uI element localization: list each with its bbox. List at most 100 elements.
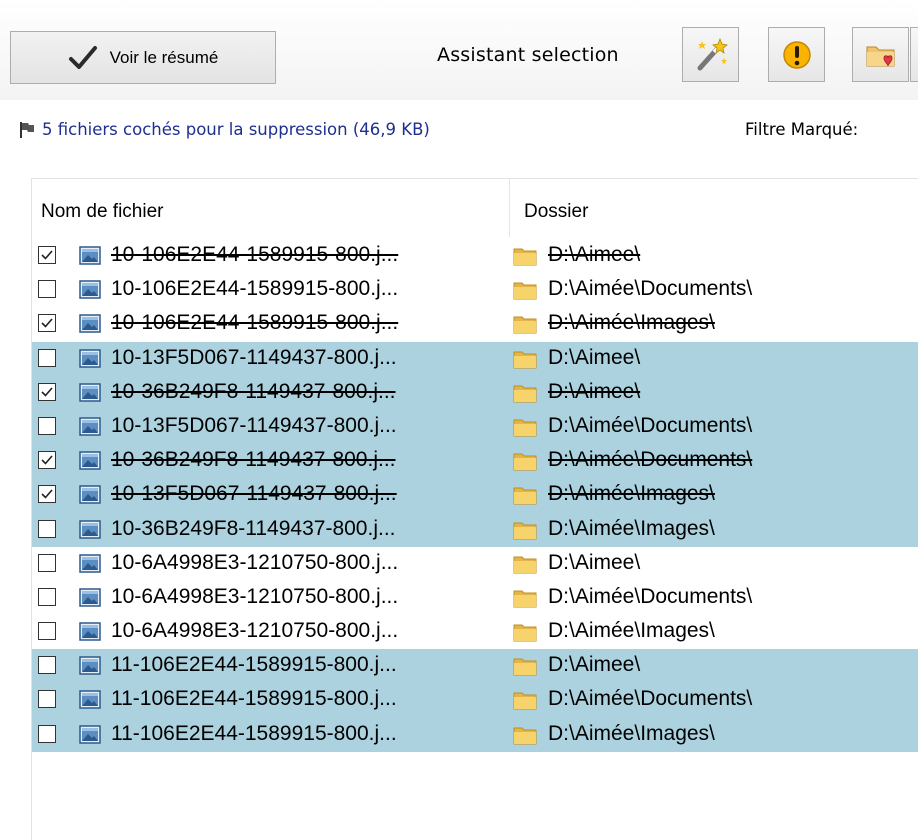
folder-path: D:\Aimée\Images\	[548, 311, 715, 335]
row-checkbox[interactable]	[38, 280, 56, 299]
table-row[interactable]: 10-106E2E44-1589915-800.j... D:\Aimée\Doc…	[32, 273, 918, 307]
column-header-folder[interactable]: Dossier	[524, 201, 588, 223]
table-row[interactable]: 11-106E2E44-1589915-800.j... D:\Aimée\Ima…	[32, 717, 918, 752]
image-file-icon	[79, 383, 101, 402]
folder-path: D:\Aimée\Images\	[548, 482, 715, 506]
selection-assistant-label: Assistant selection	[437, 44, 619, 66]
folder-path: D:\Aimee\	[548, 379, 641, 403]
row-checkbox[interactable]	[38, 314, 56, 333]
file-name: 10-36B249F8-1149437-800.j...	[111, 448, 396, 472]
folder-icon	[513, 383, 537, 403]
toolbar: Voir le résumé Assistant selection	[0, 0, 918, 100]
folder-icon	[513, 622, 537, 642]
folder-path: D:\Aimée\Images\	[548, 619, 715, 643]
list-rows: 10-106E2E44-1589915-800.j... D:\Aimee\ 10-…	[32, 239, 918, 752]
table-row[interactable]: 10-13F5D067-1149437-800.j... D:\Aimée\Doc…	[32, 409, 918, 445]
image-file-icon	[79, 348, 101, 368]
row-checkbox[interactable]	[38, 451, 56, 470]
folder-icon	[513, 280, 537, 300]
file-name: 10-36B249F8-1149437-800.j...	[111, 379, 396, 403]
filter-marked-label: Filtre Marqué:	[745, 120, 859, 139]
table-row[interactable]: 10-36B249F8-1149437-800.j... D:\Aimee\	[32, 375, 918, 410]
magic-wand-button[interactable]	[682, 27, 739, 82]
file-name: 10-6A4998E3-1210750-800.j...	[111, 584, 399, 608]
table-row[interactable]: 10-36B249F8-1149437-800.j... D:\Aimée\Ima…	[32, 512, 918, 547]
image-file-icon	[79, 656, 101, 675]
folder-path: D:\Aimée\Documents\	[548, 584, 753, 608]
folder-icon	[513, 690, 537, 710]
file-name: 11-106E2E44-1589915-800.j...	[111, 687, 397, 711]
folder-path: D:\Aimée\Images\	[548, 721, 715, 745]
folder-path: D:\Aimee\	[548, 653, 641, 677]
row-checkbox[interactable]	[38, 485, 56, 504]
row-checkbox[interactable]	[38, 553, 56, 572]
image-file-icon	[79, 485, 101, 505]
folder-path: D:\Aimée\Images\	[548, 516, 715, 540]
view-summary-label: Voir le résumé	[109, 47, 219, 67]
image-file-icon	[79, 553, 101, 573]
image-file-icon	[79, 417, 101, 436]
view-summary-button[interactable]: Voir le résumé	[10, 31, 276, 84]
row-checkbox[interactable]	[38, 690, 56, 709]
warning-button[interactable]	[768, 27, 825, 82]
warning-icon	[782, 40, 811, 69]
table-row[interactable]: 10-106E2E44-1589915-800.j... D:\Aimee\	[32, 239, 918, 273]
file-name: 10-106E2E44-1589915-800.j...	[111, 277, 399, 301]
table-row[interactable]: 10-6A4998E3-1210750-800.j... D:\Aimée\Ima…	[32, 615, 918, 649]
file-name: 10-106E2E44-1589915-800.j...	[111, 311, 399, 335]
folder-icon	[513, 349, 537, 369]
folder-icon	[513, 451, 537, 471]
folder-path: D:\Aimée\Documents\	[548, 448, 753, 472]
table-row[interactable]: 10-106E2E44-1589915-800.j... D:\Aimée\Ima…	[32, 307, 918, 341]
table-row[interactable]: 11-106E2E44-1589915-800.j... D:\Aimee\	[32, 649, 918, 684]
folder-path: D:\Aimée\Documents\	[548, 687, 753, 711]
file-name: 11-106E2E44-1589915-800.j...	[111, 653, 397, 677]
file-name: 10-36B249F8-1149437-800.j...	[111, 516, 396, 540]
folder-path: D:\Aimée\Documents\	[548, 413, 753, 437]
row-checkbox[interactable]	[38, 724, 56, 743]
row-checkbox[interactable]	[38, 622, 56, 641]
folder-icon	[513, 485, 537, 505]
image-file-icon	[79, 451, 101, 470]
folder-icon	[513, 725, 537, 745]
row-checkbox[interactable]	[38, 519, 56, 538]
file-list: Nom de fichier Dossier 10-106E2E44-15899…	[31, 178, 918, 840]
list-header: Nom de fichier Dossier	[32, 179, 918, 239]
status-bar: 5 fichiers cochés pour la suppression (4…	[18, 120, 430, 139]
table-row[interactable]: 10-13F5D067-1149437-800.j... D:\Aimée\Ima…	[32, 478, 918, 513]
folder-path: D:\Aimee\	[548, 345, 641, 369]
more-tools-button[interactable]	[910, 27, 918, 82]
image-file-icon	[79, 314, 101, 334]
table-row[interactable]: 10-36B249F8-1149437-800.j... D:\Aimée\Doc…	[32, 444, 918, 479]
folder-path: D:\Aimee\	[548, 243, 641, 266]
row-checkbox[interactable]	[38, 656, 56, 675]
image-file-icon	[79, 280, 101, 299]
image-file-icon	[79, 246, 101, 265]
row-checkbox[interactable]	[38, 382, 56, 401]
folder-icon	[513, 554, 537, 574]
column-header-filename[interactable]: Nom de fichier	[41, 201, 164, 223]
file-name: 10-13F5D067-1149437-800.j...	[111, 413, 397, 437]
folder-heart-button[interactable]	[852, 27, 909, 82]
row-checkbox[interactable]	[38, 246, 56, 264]
row-checkbox[interactable]	[38, 587, 56, 606]
table-row[interactable]: 10-6A4998E3-1210750-800.j... D:\Aimée\Doc…	[32, 581, 918, 615]
flag-icon	[20, 121, 34, 138]
file-name: 10-106E2E44-1589915-800.j...	[111, 243, 399, 266]
file-name: 11-106E2E44-1589915-800.j...	[111, 721, 397, 745]
table-row[interactable]: 10-13F5D067-1149437-800.j... D:\Aimee\	[32, 341, 918, 376]
row-checkbox[interactable]	[38, 416, 56, 435]
image-file-icon	[79, 519, 101, 539]
column-separator[interactable]	[509, 179, 510, 237]
folder-path: D:\Aimee\	[548, 550, 641, 574]
folder-icon	[513, 588, 537, 608]
file-name: 10-6A4998E3-1210750-800.j...	[111, 550, 399, 574]
file-name: 10-13F5D067-1149437-800.j...	[111, 345, 397, 369]
folder-icon	[513, 520, 537, 540]
row-checkbox[interactable]	[38, 348, 56, 367]
file-name: 10-6A4998E3-1210750-800.j...	[111, 619, 399, 643]
folder-icon	[513, 656, 537, 676]
table-row[interactable]: 10-6A4998E3-1210750-800.j... D:\Aimee\	[32, 547, 918, 581]
table-row[interactable]: 11-106E2E44-1589915-800.j... D:\Aimée\Doc…	[32, 683, 918, 718]
folder-icon	[513, 246, 537, 266]
